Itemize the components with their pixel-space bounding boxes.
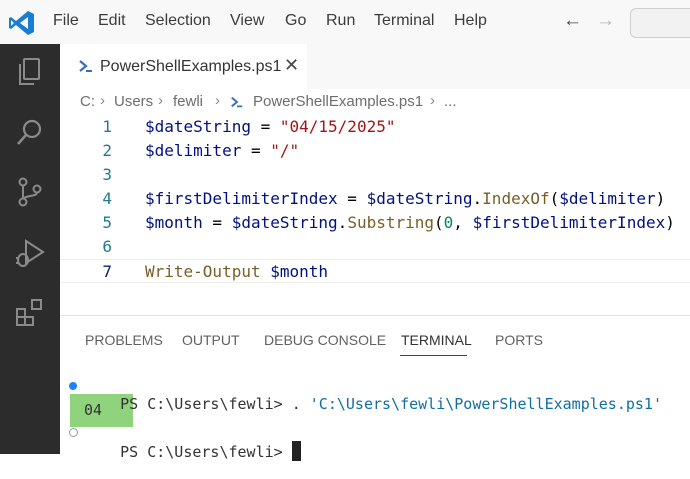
- terminal-command-path: 'C:\Users\fewli\PowerShellExamples.ps1': [309, 395, 662, 413]
- code-token: $month: [145, 213, 203, 232]
- chevron-right-icon: ›: [158, 92, 163, 109]
- code-token: =: [250, 117, 280, 136]
- menu-view[interactable]: View: [230, 12, 264, 30]
- bottom-panel: PROBLEMS OUTPUT DEBUG CONSOLE TERMINAL P…: [60, 315, 690, 461]
- arrow-left-icon[interactable]: ←: [563, 10, 582, 32]
- code-token: $dateString: [366, 189, 473, 208]
- active-tab-indicator: [400, 355, 467, 356]
- command-center-search[interactable]: [630, 8, 690, 38]
- code-token: .: [472, 189, 483, 208]
- terminal-prompt: PS C:\Users\fewli>: [120, 395, 292, 413]
- menu-help[interactable]: Help: [454, 12, 487, 30]
- powershell-file-icon: [79, 60, 92, 72]
- code-line[interactable]: 4 $firstDelimiterIndex = $dateString.Inde…: [60, 187, 690, 211]
- extensions-icon[interactable]: [14, 297, 46, 329]
- line-number: 6: [102, 237, 112, 256]
- code-line[interactable]: 7 Write-Output $month: [60, 259, 690, 283]
- code-token: $delimiter: [145, 141, 242, 160]
- terminal-prompt: PS C:\Users\fewli>: [120, 443, 292, 461]
- breadcrumb-symbols[interactable]: ...: [444, 93, 457, 110]
- chevron-right-icon: ›: [430, 92, 435, 109]
- title-bar: File Edit Selection View Go Run Terminal…: [0, 0, 690, 44]
- code-token: Substring: [347, 213, 435, 232]
- breadcrumb-users[interactable]: Users: [114, 93, 153, 110]
- menu-run[interactable]: Run: [326, 12, 355, 30]
- code-token: $month: [270, 262, 329, 281]
- code-text: Write-Output $month: [145, 260, 328, 284]
- code-token: IndexOf: [482, 189, 550, 208]
- chevron-right-icon: ›: [100, 92, 105, 109]
- code-token: ,: [453, 213, 473, 232]
- code-token: 0: [443, 213, 454, 232]
- source-control-icon[interactable]: [14, 176, 46, 208]
- breadcrumb-drive[interactable]: C:: [80, 93, 95, 110]
- menu-terminal[interactable]: Terminal: [374, 12, 434, 30]
- terminal-command-dot: .: [291, 395, 310, 413]
- tab-label: PowerShellExamples.ps1: [100, 58, 282, 75]
- code-token: (: [434, 213, 444, 232]
- code-token: $firstDelimiterIndex: [145, 189, 338, 208]
- code-token: =: [337, 189, 367, 208]
- tab-output[interactable]: OUTPUT: [182, 332, 240, 348]
- code-editor[interactable]: 1 $dateString = "04/15/2025" 2 $delimiter =…: [60, 115, 690, 315]
- code-token: $firstDelimiterIndex: [472, 213, 666, 232]
- line-number: 1: [102, 117, 112, 136]
- tab-ports[interactable]: PORTS: [495, 332, 543, 348]
- menu-go[interactable]: Go: [285, 12, 306, 30]
- run-debug-icon[interactable]: [14, 237, 46, 269]
- code-token: $dateString: [231, 213, 338, 232]
- code-text: $month = $dateString.Substring(0, $first…: [145, 211, 675, 235]
- menu-edit[interactable]: Edit: [98, 12, 126, 30]
- arrow-right-icon[interactable]: →: [596, 10, 615, 32]
- code-token: "04/15/2025": [279, 117, 396, 136]
- code-token: .: [337, 213, 348, 232]
- tab-powershellexamples[interactable]: PowerShellExamples.ps1 ✕: [60, 44, 307, 89]
- code-token: $delimiter: [559, 189, 656, 208]
- command-pending-dot-icon[interactable]: [69, 428, 78, 437]
- menu-file[interactable]: File: [53, 12, 79, 30]
- code-token: =: [202, 213, 232, 232]
- code-line[interactable]: 3: [60, 163, 690, 187]
- code-token: "/": [270, 141, 300, 160]
- breadcrumb-file[interactable]: PowerShellExamples.ps1: [253, 93, 423, 110]
- code-line[interactable]: 5 $month = $dateString.Substring(0, $firs…: [60, 211, 690, 235]
- code-text: $delimiter = "/": [145, 139, 299, 163]
- terminal-cursor: [291, 441, 301, 461]
- code-token: =: [241, 141, 271, 160]
- code-line[interactable]: 2 $delimiter = "/": [60, 139, 690, 163]
- line-number: 7: [102, 262, 112, 281]
- code-line[interactable]: 6: [60, 235, 690, 259]
- code-text: $firstDelimiterIndex = $dateString.Index…: [145, 187, 665, 211]
- code-text: $dateString = "04/15/2025": [145, 115, 395, 139]
- breadcrumb-fewli[interactable]: fewli: [173, 93, 203, 110]
- vscode-logo-icon[interactable]: [8, 9, 36, 37]
- menu-selection[interactable]: Selection: [145, 12, 211, 30]
- command-success-dot-icon[interactable]: [69, 382, 77, 390]
- breadcrumb: C: › Users › fewli › PowerShellExamples.…: [60, 89, 690, 115]
- terminal-input-line[interactable]: PS C:\Users\fewli>: [84, 423, 301, 479]
- line-number: 4: [102, 189, 112, 208]
- code-token: ): [665, 213, 675, 232]
- tab-problems[interactable]: PROBLEMS: [85, 332, 163, 348]
- code-token: $dateString: [145, 117, 251, 136]
- line-number: 2: [102, 141, 112, 160]
- terminal-output: 04: [84, 401, 103, 419]
- activity-bar: [0, 44, 60, 454]
- editor-tab-bar: PowerShellExamples.ps1 ✕: [60, 44, 690, 89]
- search-icon[interactable]: [14, 116, 46, 148]
- code-line[interactable]: 1 $dateString = "04/15/2025": [60, 115, 690, 139]
- code-token: (: [549, 189, 560, 208]
- tab-debug-console[interactable]: DEBUG CONSOLE: [264, 332, 386, 348]
- code-token: ): [655, 189, 666, 208]
- tab-terminal[interactable]: TERMINAL: [401, 332, 472, 348]
- line-number: 3: [102, 165, 112, 184]
- explorer-icon[interactable]: [14, 56, 46, 88]
- powershell-file-icon: [231, 96, 243, 108]
- close-icon[interactable]: ✕: [284, 55, 299, 76]
- code-token: Write-Output: [145, 262, 261, 281]
- chevron-right-icon: ›: [215, 92, 220, 109]
- line-number: 5: [102, 213, 112, 232]
